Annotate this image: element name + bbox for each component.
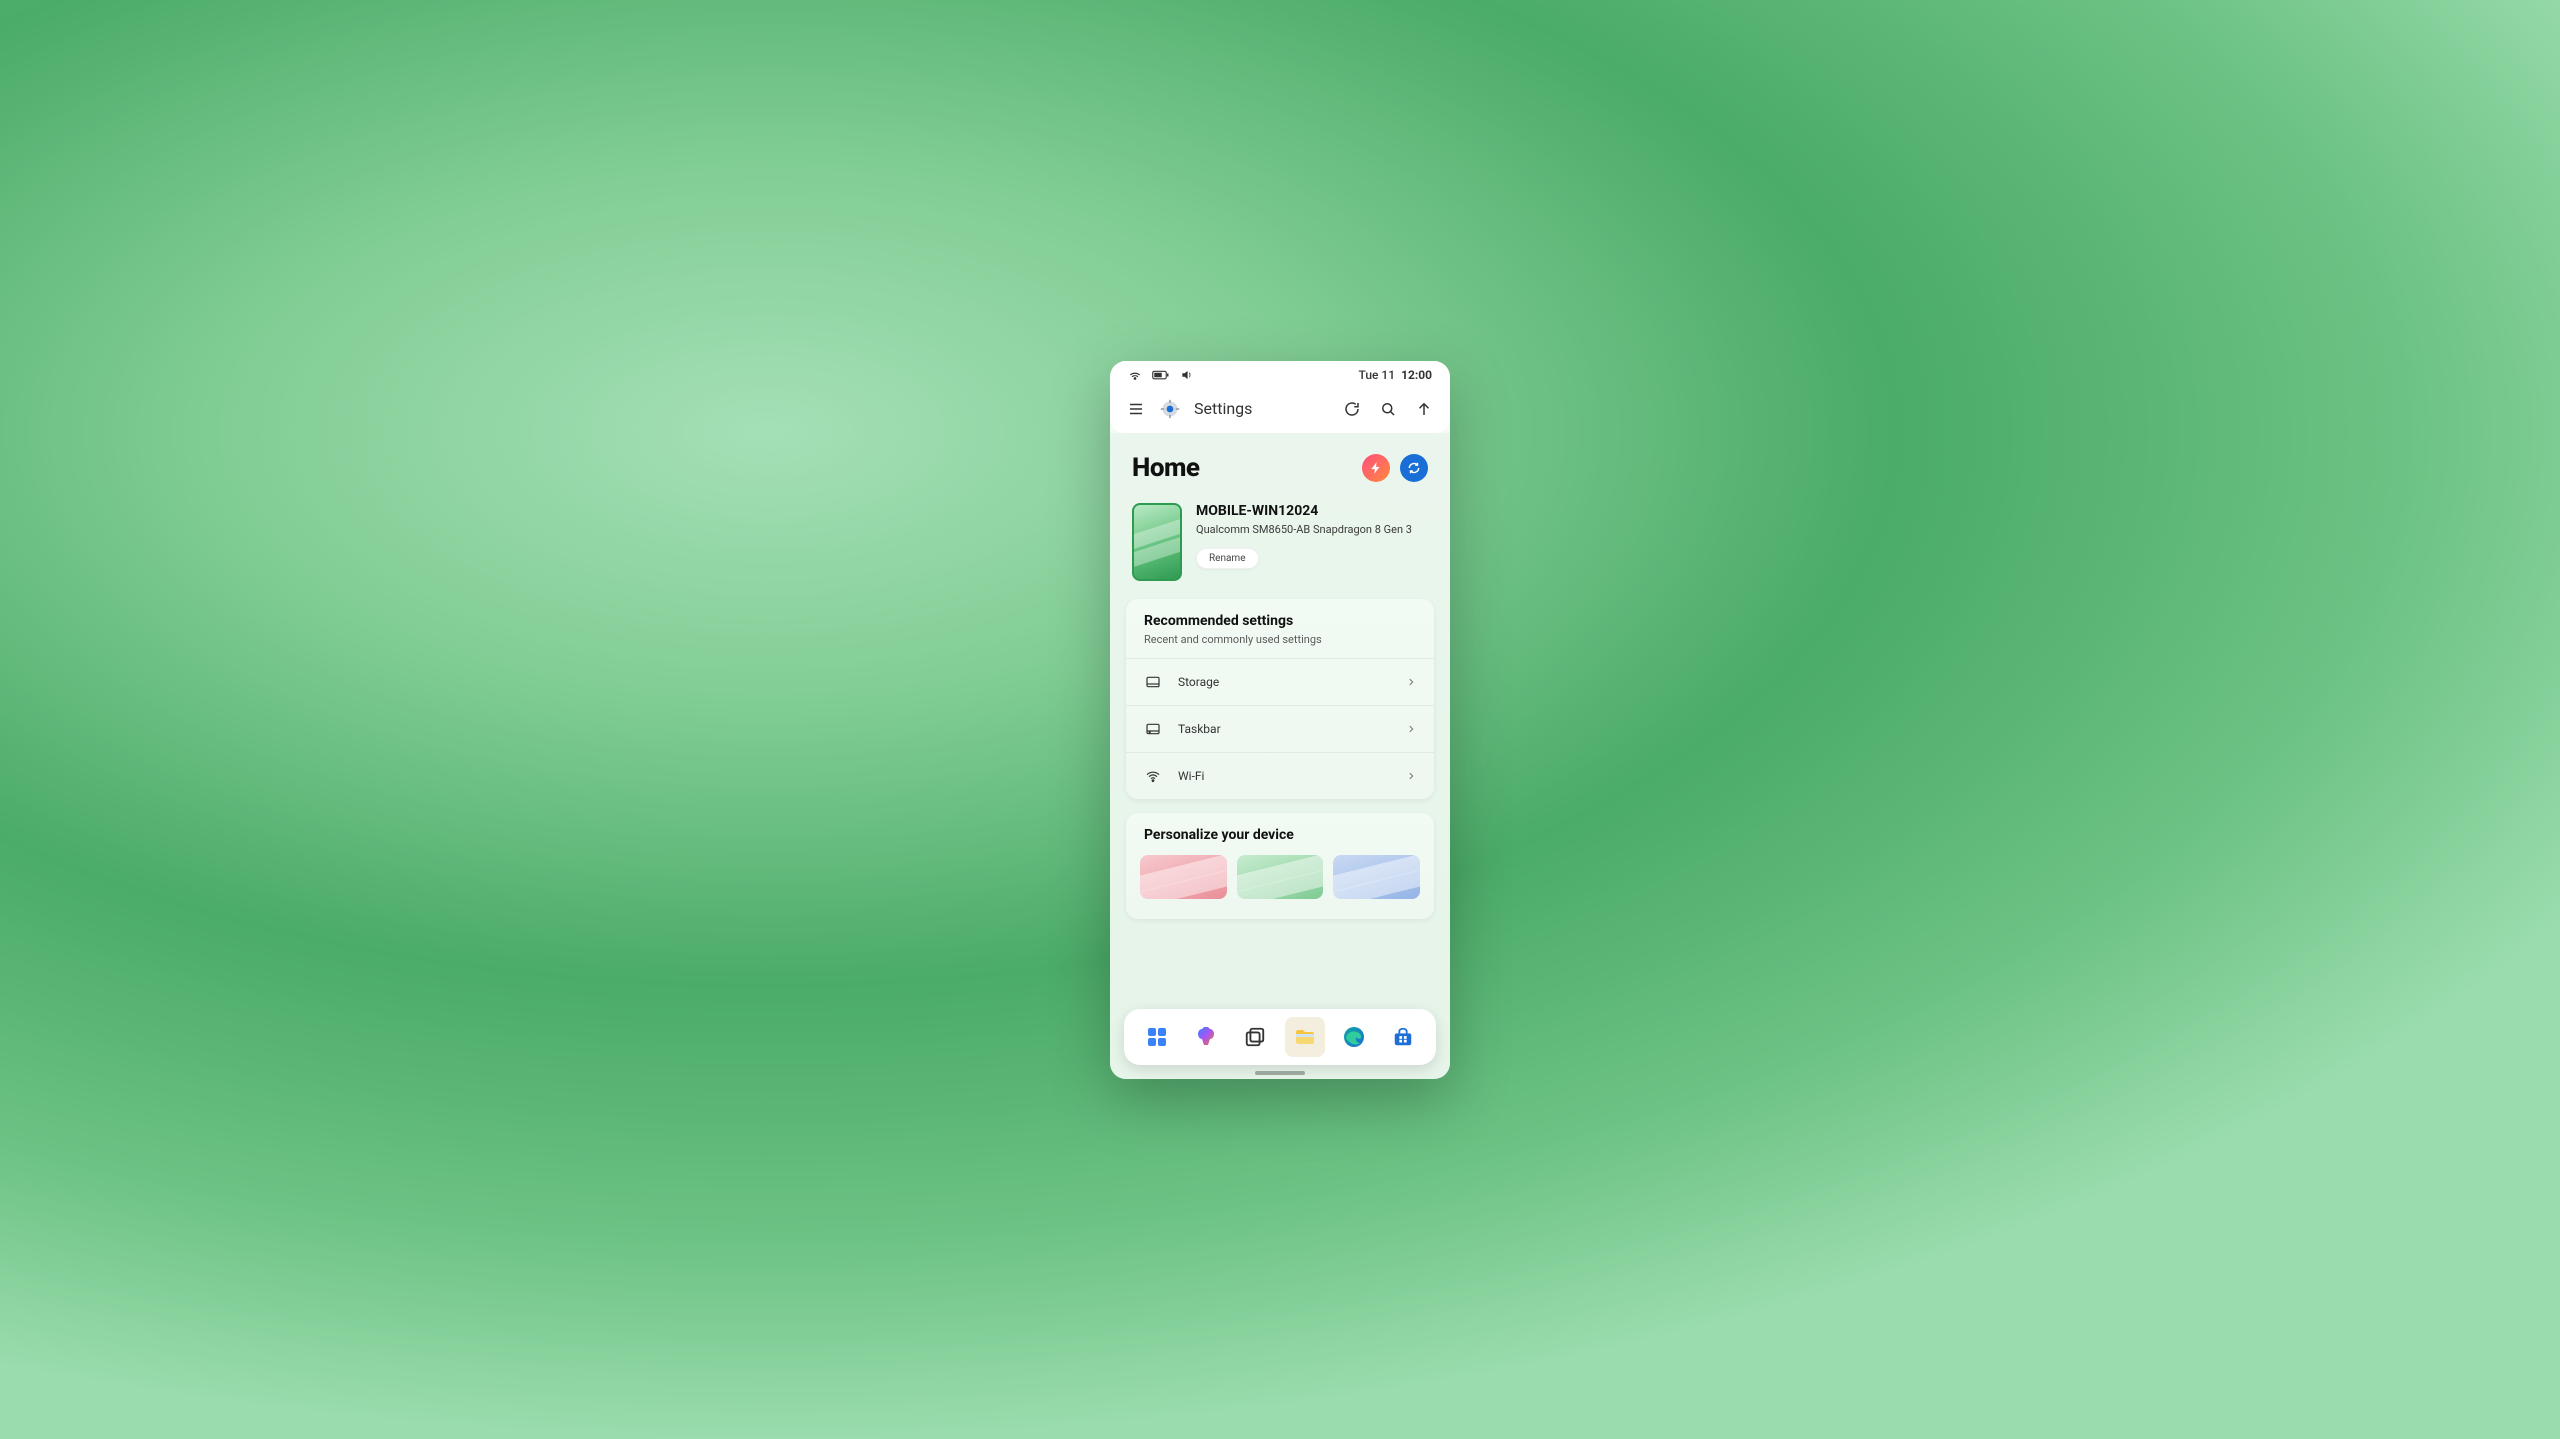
- taskbar-dock: [1124, 1009, 1436, 1065]
- rename-button[interactable]: Rename: [1196, 548, 1259, 569]
- battery-icon: [1152, 369, 1170, 381]
- energy-icon[interactable]: [1362, 454, 1390, 482]
- content-scroll[interactable]: Home MOBILE-WIN12024 Qualcomm SM8650-AB …: [1110, 433, 1450, 1079]
- personalize-title: Personalize your device: [1126, 813, 1434, 855]
- theme-option-green[interactable]: [1237, 855, 1324, 899]
- dock-taskview[interactable]: [1235, 1017, 1275, 1057]
- status-date: Tue 11: [1359, 368, 1396, 382]
- device-thumbnail: [1132, 503, 1182, 581]
- dock-store[interactable]: [1383, 1017, 1423, 1057]
- status-bar: Tue 11 12:00: [1110, 361, 1450, 389]
- device-subtitle: Qualcomm SM8650-AB Snapdragon 8 Gen 3: [1196, 523, 1428, 536]
- row-wifi[interactable]: Wi-Fi: [1126, 752, 1434, 799]
- row-label: Storage: [1178, 675, 1390, 689]
- dock-copilot[interactable]: [1186, 1017, 1226, 1057]
- recommended-title: Recommended settings: [1144, 613, 1416, 629]
- recommended-subtitle: Recent and commonly used settings: [1144, 633, 1416, 646]
- chevron-right-icon: [1406, 769, 1416, 783]
- storage-icon: [1144, 673, 1162, 691]
- chevron-right-icon: [1406, 675, 1416, 689]
- chevron-right-icon: [1406, 722, 1416, 736]
- taskbar-icon: [1144, 720, 1162, 738]
- device-frame: Tue 11 12:00 Settings Home: [1110, 361, 1450, 1079]
- menu-button[interactable]: [1126, 399, 1146, 419]
- wifi-icon: [1144, 767, 1162, 785]
- row-taskbar[interactable]: Taskbar: [1126, 705, 1434, 752]
- theme-option-pink[interactable]: [1140, 855, 1227, 899]
- dock-explorer[interactable]: [1285, 1017, 1325, 1057]
- device-card: MOBILE-WIN12024 Qualcomm SM8650-AB Snapd…: [1126, 499, 1434, 599]
- recommended-card: Recommended settings Recent and commonly…: [1126, 599, 1434, 799]
- dock-start[interactable]: [1137, 1017, 1177, 1057]
- status-time: 12:00: [1401, 368, 1432, 382]
- device-name: MOBILE-WIN12024: [1196, 503, 1428, 519]
- refresh-button[interactable]: [1342, 399, 1362, 419]
- app-title: Settings: [1194, 399, 1328, 418]
- sync-icon[interactable]: [1400, 454, 1428, 482]
- theme-option-blue[interactable]: [1333, 855, 1420, 899]
- wifi-icon: [1128, 368, 1142, 382]
- search-button[interactable]: [1378, 399, 1398, 419]
- up-button[interactable]: [1414, 399, 1434, 419]
- personalize-card: Personalize your device: [1126, 813, 1434, 919]
- volume-icon: [1180, 368, 1194, 382]
- row-label: Taskbar: [1178, 722, 1390, 736]
- row-storage[interactable]: Storage: [1126, 658, 1434, 705]
- settings-icon: [1160, 399, 1180, 419]
- row-label: Wi-Fi: [1178, 769, 1390, 783]
- app-header: Settings: [1110, 389, 1450, 433]
- home-indicator[interactable]: [1255, 1071, 1305, 1075]
- page-title: Home: [1132, 453, 1200, 483]
- dock-edge[interactable]: [1334, 1017, 1374, 1057]
